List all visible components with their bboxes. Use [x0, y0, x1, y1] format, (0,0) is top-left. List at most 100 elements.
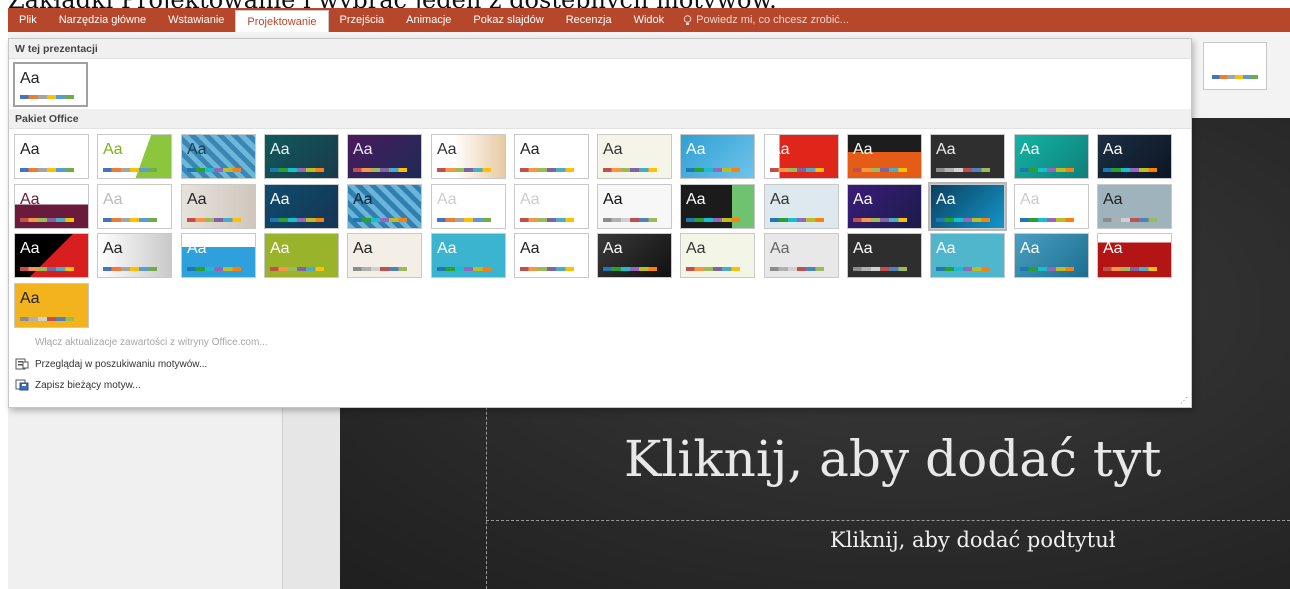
theme-office-43[interactable]: Aa	[14, 283, 89, 328]
tell-me-label: Powiedz mi, co chcesz zrobić...	[696, 14, 849, 26]
theme-office-26[interactable]: Aa	[928, 182, 1007, 231]
theme-office-31[interactable]: Aa	[181, 233, 256, 278]
theme-color-swatch	[1103, 267, 1157, 271]
theme-office-15[interactable]: Aa	[14, 184, 89, 229]
theme-color-swatch	[603, 218, 657, 222]
theme-label: Aa	[853, 191, 873, 208]
theme-label: Aa	[20, 191, 40, 208]
theme-current[interactable]: Aa	[13, 62, 88, 107]
theme-office-12[interactable]: Aa	[930, 134, 1005, 179]
theme-office-29[interactable]: Aa	[14, 233, 89, 278]
theme-color-swatch	[603, 168, 657, 172]
theme-color-swatch	[936, 168, 990, 172]
theme-office-3[interactable]: Aa	[181, 134, 256, 179]
theme-label: Aa	[1020, 240, 1040, 257]
theme-color-swatch	[187, 267, 241, 271]
theme-label: Aa	[353, 240, 373, 257]
theme-office-9[interactable]: Aa	[680, 134, 755, 179]
theme-office-39[interactable]: Aa	[847, 233, 922, 278]
theme-office-22[interactable]: Aa	[597, 184, 672, 229]
theme-office-21[interactable]: Aa	[514, 184, 589, 229]
theme-label: Aa	[603, 141, 623, 158]
theme-color-swatch	[20, 218, 74, 222]
theme-label: Aa	[437, 240, 457, 257]
theme-color-swatch	[20, 317, 74, 321]
theme-label: Aa	[853, 141, 873, 158]
theme-office-16[interactable]: Aa	[97, 184, 172, 229]
theme-office-36[interactable]: Aa	[597, 233, 672, 278]
theme-office-32[interactable]: Aa	[264, 233, 339, 278]
theme-color-swatch	[270, 218, 324, 222]
theme-office-42[interactable]: Aa	[1097, 233, 1172, 278]
theme-office-13[interactable]: Aa	[1014, 134, 1089, 179]
tab-projektowanie[interactable]: Projektowanie	[235, 9, 329, 33]
theme-office-20[interactable]: Aa	[431, 184, 506, 229]
theme-color-swatch	[520, 267, 574, 271]
theme-label: Aa	[270, 191, 290, 208]
tab-recenzja[interactable]: Recenzja	[555, 8, 623, 32]
theme-color-swatch	[1020, 218, 1074, 222]
theme-office-11[interactable]: Aa	[847, 134, 922, 179]
theme-color-swatch	[853, 267, 907, 271]
theme-office-27[interactable]: Aa	[1014, 184, 1089, 229]
tab-widok[interactable]: Widok	[623, 8, 676, 32]
theme-office-19[interactable]: Aa	[347, 184, 422, 229]
tab-przejścia[interactable]: Przejścia	[329, 8, 396, 32]
save-theme-icon	[15, 379, 29, 391]
theme-office-35[interactable]: Aa	[514, 233, 589, 278]
tab-narzędzia-główne[interactable]: Narzędzia główne	[48, 8, 157, 32]
variant-thumbnail[interactable]	[1203, 42, 1267, 90]
tab-pokaz-slajdów[interactable]: Pokaz slajdów	[462, 8, 554, 32]
tell-me-search[interactable]: Powiedz mi, co chcesz zrobić...	[675, 14, 849, 26]
theme-office-7[interactable]: Aa	[514, 134, 589, 179]
theme-label: Aa	[520, 191, 540, 208]
theme-label: Aa	[187, 141, 207, 158]
browse-themes-command[interactable]: Przeglądaj w poszukiwaniu motywów...	[15, 358, 207, 370]
theme-color-swatch	[20, 168, 74, 172]
theme-office-2[interactable]: Aa	[97, 134, 172, 179]
theme-label: Aa	[437, 191, 457, 208]
theme-office-18[interactable]: Aa	[264, 184, 339, 229]
save-theme-command[interactable]: Zapisz bieżący motyw...	[15, 379, 141, 391]
theme-label: Aa	[686, 191, 706, 208]
theme-office-5[interactable]: Aa	[347, 134, 422, 179]
theme-color-swatch	[187, 168, 241, 172]
theme-office-40[interactable]: Aa	[930, 233, 1005, 278]
theme-label: Aa	[1103, 141, 1123, 158]
subtitle-placeholder[interactable]: Kliknij, aby dodać podtytuł	[830, 528, 1116, 552]
theme-office-8[interactable]: Aa	[597, 134, 672, 179]
theme-office-6[interactable]: Aa	[431, 134, 506, 179]
theme-label: Aa	[770, 240, 790, 257]
theme-color-swatch	[603, 267, 657, 271]
theme-office-23[interactable]: Aa	[680, 184, 755, 229]
theme-office-37[interactable]: Aa	[680, 233, 755, 278]
resize-grip-icon[interactable]: ⋰	[1180, 396, 1188, 405]
theme-label: Aa	[770, 191, 790, 208]
theme-office-33[interactable]: Aa	[347, 233, 422, 278]
theme-office-25[interactable]: Aa	[847, 184, 922, 229]
theme-office-30[interactable]: Aa	[97, 233, 172, 278]
tab-plik[interactable]: Plik	[8, 8, 48, 32]
theme-office-14[interactable]: Aa	[1097, 134, 1172, 179]
theme-office-4[interactable]: Aa	[264, 134, 339, 179]
theme-label: Aa	[686, 240, 706, 257]
browse-themes-icon	[15, 358, 29, 370]
theme-office-1[interactable]: Aa	[14, 134, 89, 179]
theme-label: Aa	[686, 141, 706, 158]
theme-office-10[interactable]: Aa	[764, 134, 839, 179]
theme-office-34[interactable]: Aa	[431, 233, 506, 278]
theme-office-24[interactable]: Aa	[764, 184, 839, 229]
theme-office-17[interactable]: Aa	[181, 184, 256, 229]
theme-color-swatch	[1020, 168, 1074, 172]
theme-office-28[interactable]: Aa	[1097, 184, 1172, 229]
theme-color-swatch	[20, 267, 74, 271]
theme-office-41[interactable]: Aa	[1014, 233, 1089, 278]
theme-office-38[interactable]: Aa	[764, 233, 839, 278]
theme-label: Aa	[353, 141, 373, 158]
theme-label: Aa	[1020, 191, 1040, 208]
tab-wstawianie[interactable]: Wstawianie	[157, 8, 235, 32]
title-placeholder[interactable]: Kliknij, aby dodać tyt	[624, 430, 1161, 488]
theme-color-swatch	[270, 267, 324, 271]
theme-label: Aa	[20, 240, 40, 257]
tab-animacje[interactable]: Animacje	[395, 8, 462, 32]
